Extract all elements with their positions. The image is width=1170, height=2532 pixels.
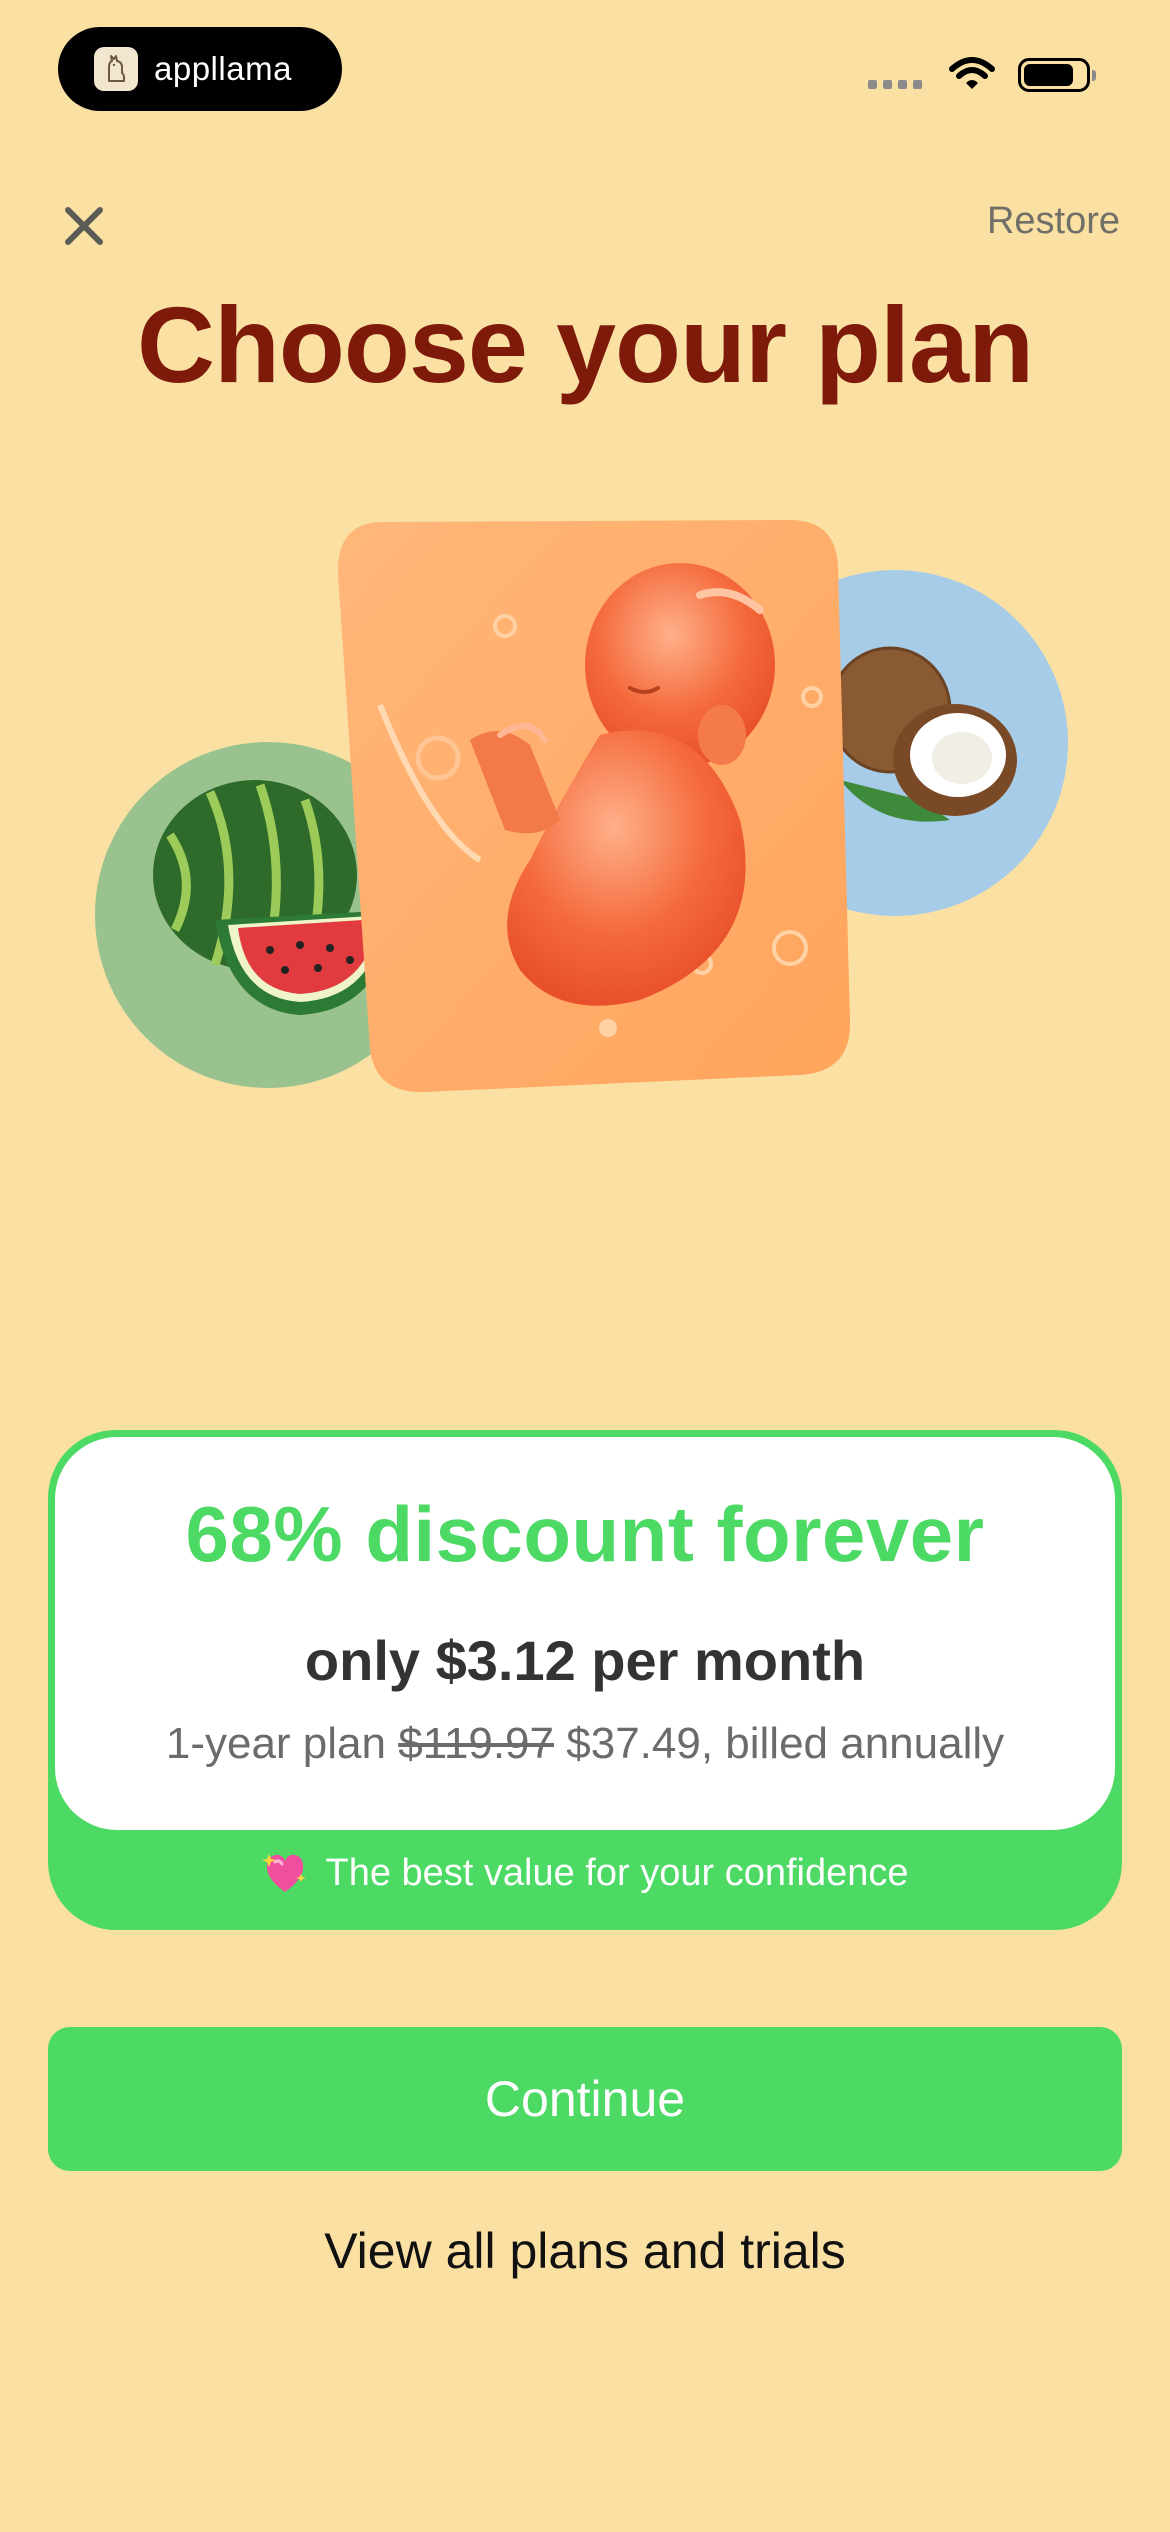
hero-illustration — [0, 500, 1170, 1120]
original-price: $119.97 — [398, 1719, 555, 1768]
llama-icon — [94, 47, 138, 91]
billing-details: 1-year plan $119.97 $37.49, billed annua… — [55, 1719, 1115, 1769]
close-icon — [65, 207, 103, 245]
discounted-price: $37.49, billed annually — [566, 1719, 1005, 1768]
sparkling-heart-icon — [262, 1854, 307, 1892]
discount-headline: 68% discount forever — [185, 1490, 985, 1578]
monthly-price: only $3.12 per month — [304, 1629, 866, 1692]
view-all-plans-link[interactable]: View all plans and trials — [0, 2222, 1170, 2280]
offer-footer-text: The best value for your confidence — [325, 1851, 909, 1894]
plan-label: 1-year plan — [165, 1719, 386, 1768]
restore-button[interactable]: Restore — [987, 200, 1120, 243]
baby-fetus-image — [337, 520, 851, 1093]
continue-button[interactable]: Continue — [48, 2027, 1122, 2171]
status-indicators — [868, 57, 1096, 93]
cellular-signal-icon — [868, 79, 922, 89]
offer-card[interactable]: 68% discount forever only $3.12 per mont… — [48, 1430, 1122, 1930]
page-title: Choose your plan — [136, 284, 1034, 405]
wifi-icon — [949, 57, 995, 89]
offer-details: 68% discount forever only $3.12 per mont… — [55, 1437, 1115, 1830]
offer-footer: The best value for your confidence — [48, 1850, 1122, 1896]
close-button[interactable] — [54, 196, 114, 256]
app-name: appllama — [154, 50, 292, 87]
app-status-pill[interactable]: appllama — [58, 27, 342, 111]
battery-icon — [1018, 58, 1096, 92]
